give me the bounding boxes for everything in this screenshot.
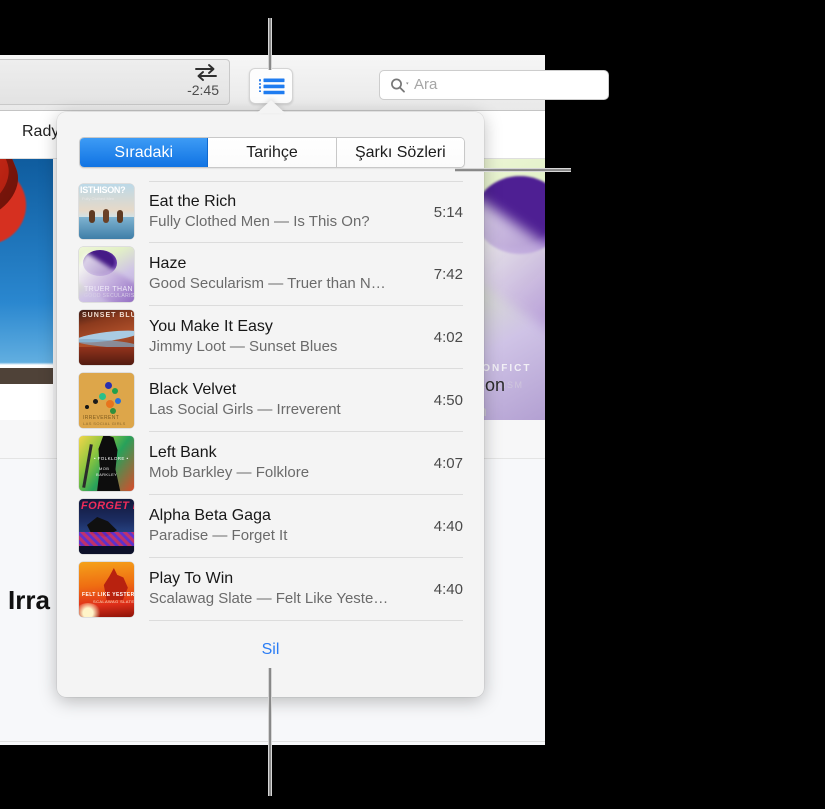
popover-tab-bar: Sıradaki Tarihçe Şarkı Sözleri bbox=[79, 137, 465, 168]
track-artist-album: Fully Clothed Men — Is This On? bbox=[149, 212, 405, 232]
time-remaining: -2:45 bbox=[187, 82, 219, 98]
track-row[interactable]: SUNSET BLUES You Make It Easy Jimmy Loot… bbox=[79, 306, 463, 369]
track-text-block: Left Bank Mob Barkley — Folklore bbox=[149, 433, 411, 495]
up-next-track-list: ISTHISON? Fully Clothed Men Eat the Rich… bbox=[79, 180, 463, 621]
album-art-truer-than-nonfiction: TRUER THAN NONFICTION GOOD SECULARISM bbox=[79, 247, 134, 302]
track-row[interactable]: FORGET IT Alpha Beta Gaga Paradise — For… bbox=[79, 495, 463, 558]
album-art-felt-like-yesterday: FELT LIKE YESTERDAY SCALAWAG SLATE bbox=[79, 562, 134, 617]
repeat-icon[interactable] bbox=[193, 63, 219, 81]
track-row[interactable]: ISTHISON? Fully Clothed Men Eat the Rich… bbox=[79, 180, 463, 243]
now-playing-display[interactable]: wn ing Irrational -2:45 bbox=[0, 59, 230, 105]
up-next-popover: Sıradaki Tarihçe Şarkı Sözleri ISTHISON?… bbox=[57, 112, 484, 697]
track-row[interactable]: • FOLKLORE • MOB BARKLEY Left Bank Mob B… bbox=[79, 432, 463, 495]
track-duration: 4:07 bbox=[411, 433, 463, 495]
track-artist-album: Good Secularism — Truer than N… bbox=[149, 274, 405, 294]
track-title: Left Bank bbox=[149, 443, 405, 463]
hero-artwork-left[interactable] bbox=[0, 158, 53, 420]
track-title: You Make It Easy bbox=[149, 317, 405, 337]
search-magnifier-icon bbox=[390, 77, 412, 94]
track-artist-album: Mob Barkley — Folklore bbox=[149, 463, 405, 483]
track-title: Black Velvet bbox=[149, 380, 405, 400]
track-artist-album: Scalawag Slate — Felt Like Yeste… bbox=[149, 589, 405, 609]
track-duration: 5:14 bbox=[411, 181, 463, 243]
lower-section-heading: Irra bbox=[8, 585, 50, 616]
album-art-forget-it: FORGET IT bbox=[79, 499, 134, 554]
track-title: Haze bbox=[149, 254, 405, 274]
track-row[interactable]: FELT LIKE YESTERDAY SCALAWAG SLATE Play … bbox=[79, 558, 463, 621]
album-art-folklore: • FOLKLORE • MOB BARKLEY bbox=[79, 436, 134, 491]
track-duration: 4:50 bbox=[411, 370, 463, 432]
callout-line-up-next-button bbox=[268, 18, 272, 70]
track-artist-album: Las Social Girls — Irreverent bbox=[149, 400, 405, 420]
artwork-ground-strip bbox=[0, 368, 53, 384]
track-row[interactable]: IRREVERENT LAS SOCIAL GIRLS Black Velvet… bbox=[79, 369, 463, 432]
track-artist-album: Jimmy Loot — Sunset Blues bbox=[149, 337, 405, 357]
section-divider bbox=[0, 741, 545, 742]
tab-lyrics[interactable]: Şarkı Sözleri bbox=[337, 138, 464, 167]
track-duration: 4:02 bbox=[411, 307, 463, 369]
tab-history[interactable]: Tarihçe bbox=[208, 138, 336, 167]
clear-up-next-button[interactable]: Sil bbox=[57, 641, 484, 659]
track-text-block: Haze Good Secularism — Truer than N… bbox=[149, 244, 411, 306]
track-duration: 4:40 bbox=[411, 496, 463, 558]
track-duration: 7:42 bbox=[411, 244, 463, 306]
track-text-block: Black Velvet Las Social Girls — Irrevere… bbox=[149, 370, 411, 432]
album-art-irreverent: IRREVERENT LAS SOCIAL GIRLS bbox=[79, 373, 134, 428]
search-input[interactable]: Ara bbox=[379, 70, 609, 100]
track-title: Alpha Beta Gaga bbox=[149, 506, 405, 526]
track-text-block: You Make It Easy Jimmy Loot — Sunset Blu… bbox=[149, 307, 411, 369]
track-title: Eat the Rich bbox=[149, 192, 405, 212]
track-duration: 4:40 bbox=[411, 559, 463, 621]
track-text-block: Alpha Beta Gaga Paradise — Forget It bbox=[149, 496, 411, 558]
track-text-block: Play To Win Scalawag Slate — Felt Like Y… bbox=[149, 559, 411, 621]
popover-arrow bbox=[257, 100, 285, 113]
album-art-is-this-on: ISTHISON? Fully Clothed Men bbox=[79, 184, 134, 239]
up-next-list-icon bbox=[259, 78, 285, 96]
track-artist-album: Paradise — Forget It bbox=[149, 526, 405, 546]
callout-line-clear-button bbox=[268, 668, 272, 796]
tab-up-next[interactable]: Sıradaki bbox=[80, 138, 208, 167]
track-title: Play To Win bbox=[149, 569, 405, 589]
search-placeholder-text: Ara bbox=[414, 76, 437, 93]
track-row[interactable]: TRUER THAN NONFICTION GOOD SECULARISM Ha… bbox=[79, 243, 463, 306]
album-art-sunset-blues: SUNSET BLUES bbox=[79, 310, 134, 365]
callout-line-tab-bar bbox=[455, 168, 571, 172]
car-artwork-shape bbox=[0, 158, 29, 234]
track-text-block: Eat the Rich Fully Clothed Men — Is This… bbox=[149, 181, 411, 243]
up-next-button[interactable] bbox=[249, 68, 293, 104]
